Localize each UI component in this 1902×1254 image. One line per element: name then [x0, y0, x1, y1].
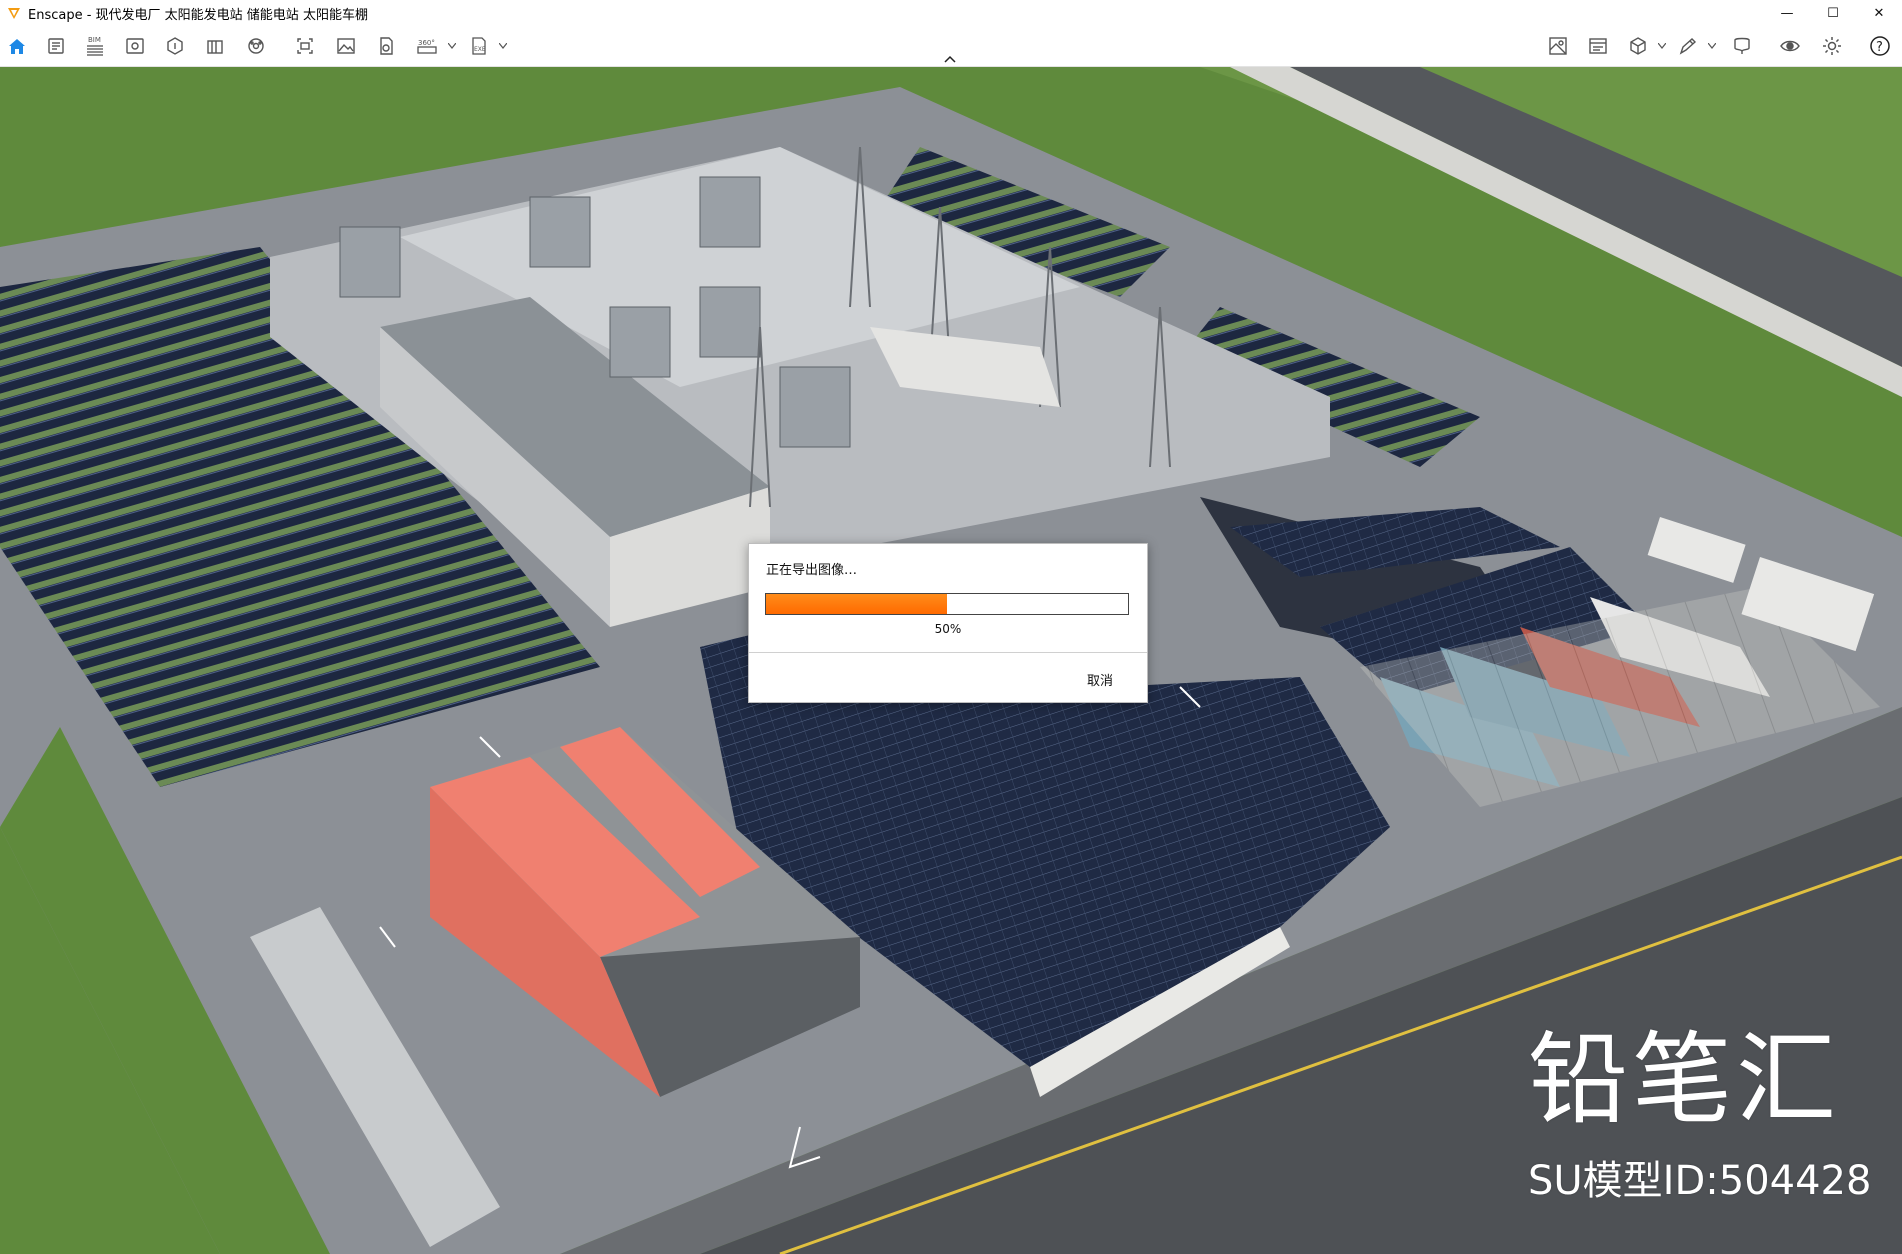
- panorama-label: 360°: [418, 39, 435, 47]
- settings-icon[interactable]: [1818, 32, 1846, 60]
- exe-export-icon[interactable]: EXE: [465, 32, 493, 60]
- progress-percent-text: 50%: [934, 622, 962, 636]
- image-export-icon[interactable]: [332, 32, 360, 60]
- export-progress-bar: [765, 593, 1129, 615]
- view-dropdown-chevron-icon[interactable]: [1656, 38, 1668, 54]
- export-progress-dialog: 正在导出图像… 50% 取消: [748, 543, 1148, 703]
- window-controls: — ☐ ✕: [1764, 0, 1902, 26]
- view-cube-icon[interactable]: [1624, 32, 1652, 60]
- bim-label: BIM: [88, 36, 101, 44]
- vr-headset-icon[interactable]: [1728, 32, 1756, 60]
- render-icon[interactable]: [1584, 32, 1612, 60]
- collapse-toolbar-chevron-up-icon[interactable]: [941, 53, 959, 65]
- asset-library-icon[interactable]: [161, 32, 189, 60]
- cancel-button[interactable]: 取消: [1087, 670, 1113, 689]
- pen-dropdown-chevron-icon[interactable]: [1706, 38, 1718, 54]
- window-title: Enscape - 现代发电厂 太阳能发电站 储能电站 太阳能车棚: [28, 7, 368, 23]
- enscape-logo-icon: [6, 5, 22, 21]
- minimize-button[interactable]: —: [1764, 0, 1810, 26]
- document-icon[interactable]: [42, 32, 70, 60]
- help-icon[interactable]: ?: [1866, 32, 1894, 60]
- capture-icon[interactable]: [291, 32, 319, 60]
- material-icon[interactable]: [242, 32, 270, 60]
- panorama-dropdown-chevron-icon[interactable]: [446, 38, 458, 54]
- visual-settings-icon[interactable]: [121, 32, 149, 60]
- maximize-button[interactable]: ☐: [1810, 0, 1856, 26]
- panorama-export-icon[interactable]: 360°: [413, 32, 441, 60]
- model-id-watermark: SU模型ID:504428: [1528, 1158, 1872, 1204]
- close-button[interactable]: ✕: [1856, 0, 1902, 26]
- progress-fill: [766, 594, 947, 614]
- pen-icon[interactable]: [1674, 32, 1702, 60]
- batch-export-icon[interactable]: [372, 32, 400, 60]
- home-icon[interactable]: [3, 32, 31, 60]
- help-glyph: ?: [1876, 40, 1883, 55]
- exe-label: EXE: [474, 46, 486, 53]
- dialog-title: 正在导出图像…: [766, 563, 858, 578]
- brand-watermark: 铅笔汇: [1528, 1021, 1840, 1138]
- dialog-divider: [749, 652, 1147, 653]
- exe-dropdown-chevron-icon[interactable]: [497, 38, 509, 54]
- map-icon[interactable]: [1544, 32, 1572, 60]
- building-icon[interactable]: [201, 32, 229, 60]
- bim-icon[interactable]: BIM: [81, 32, 109, 60]
- eye-icon[interactable]: [1776, 32, 1804, 60]
- title-bar: Enscape - 现代发电厂 太阳能发电站 储能电站 太阳能车棚 — ☐ ✕: [0, 0, 1902, 26]
